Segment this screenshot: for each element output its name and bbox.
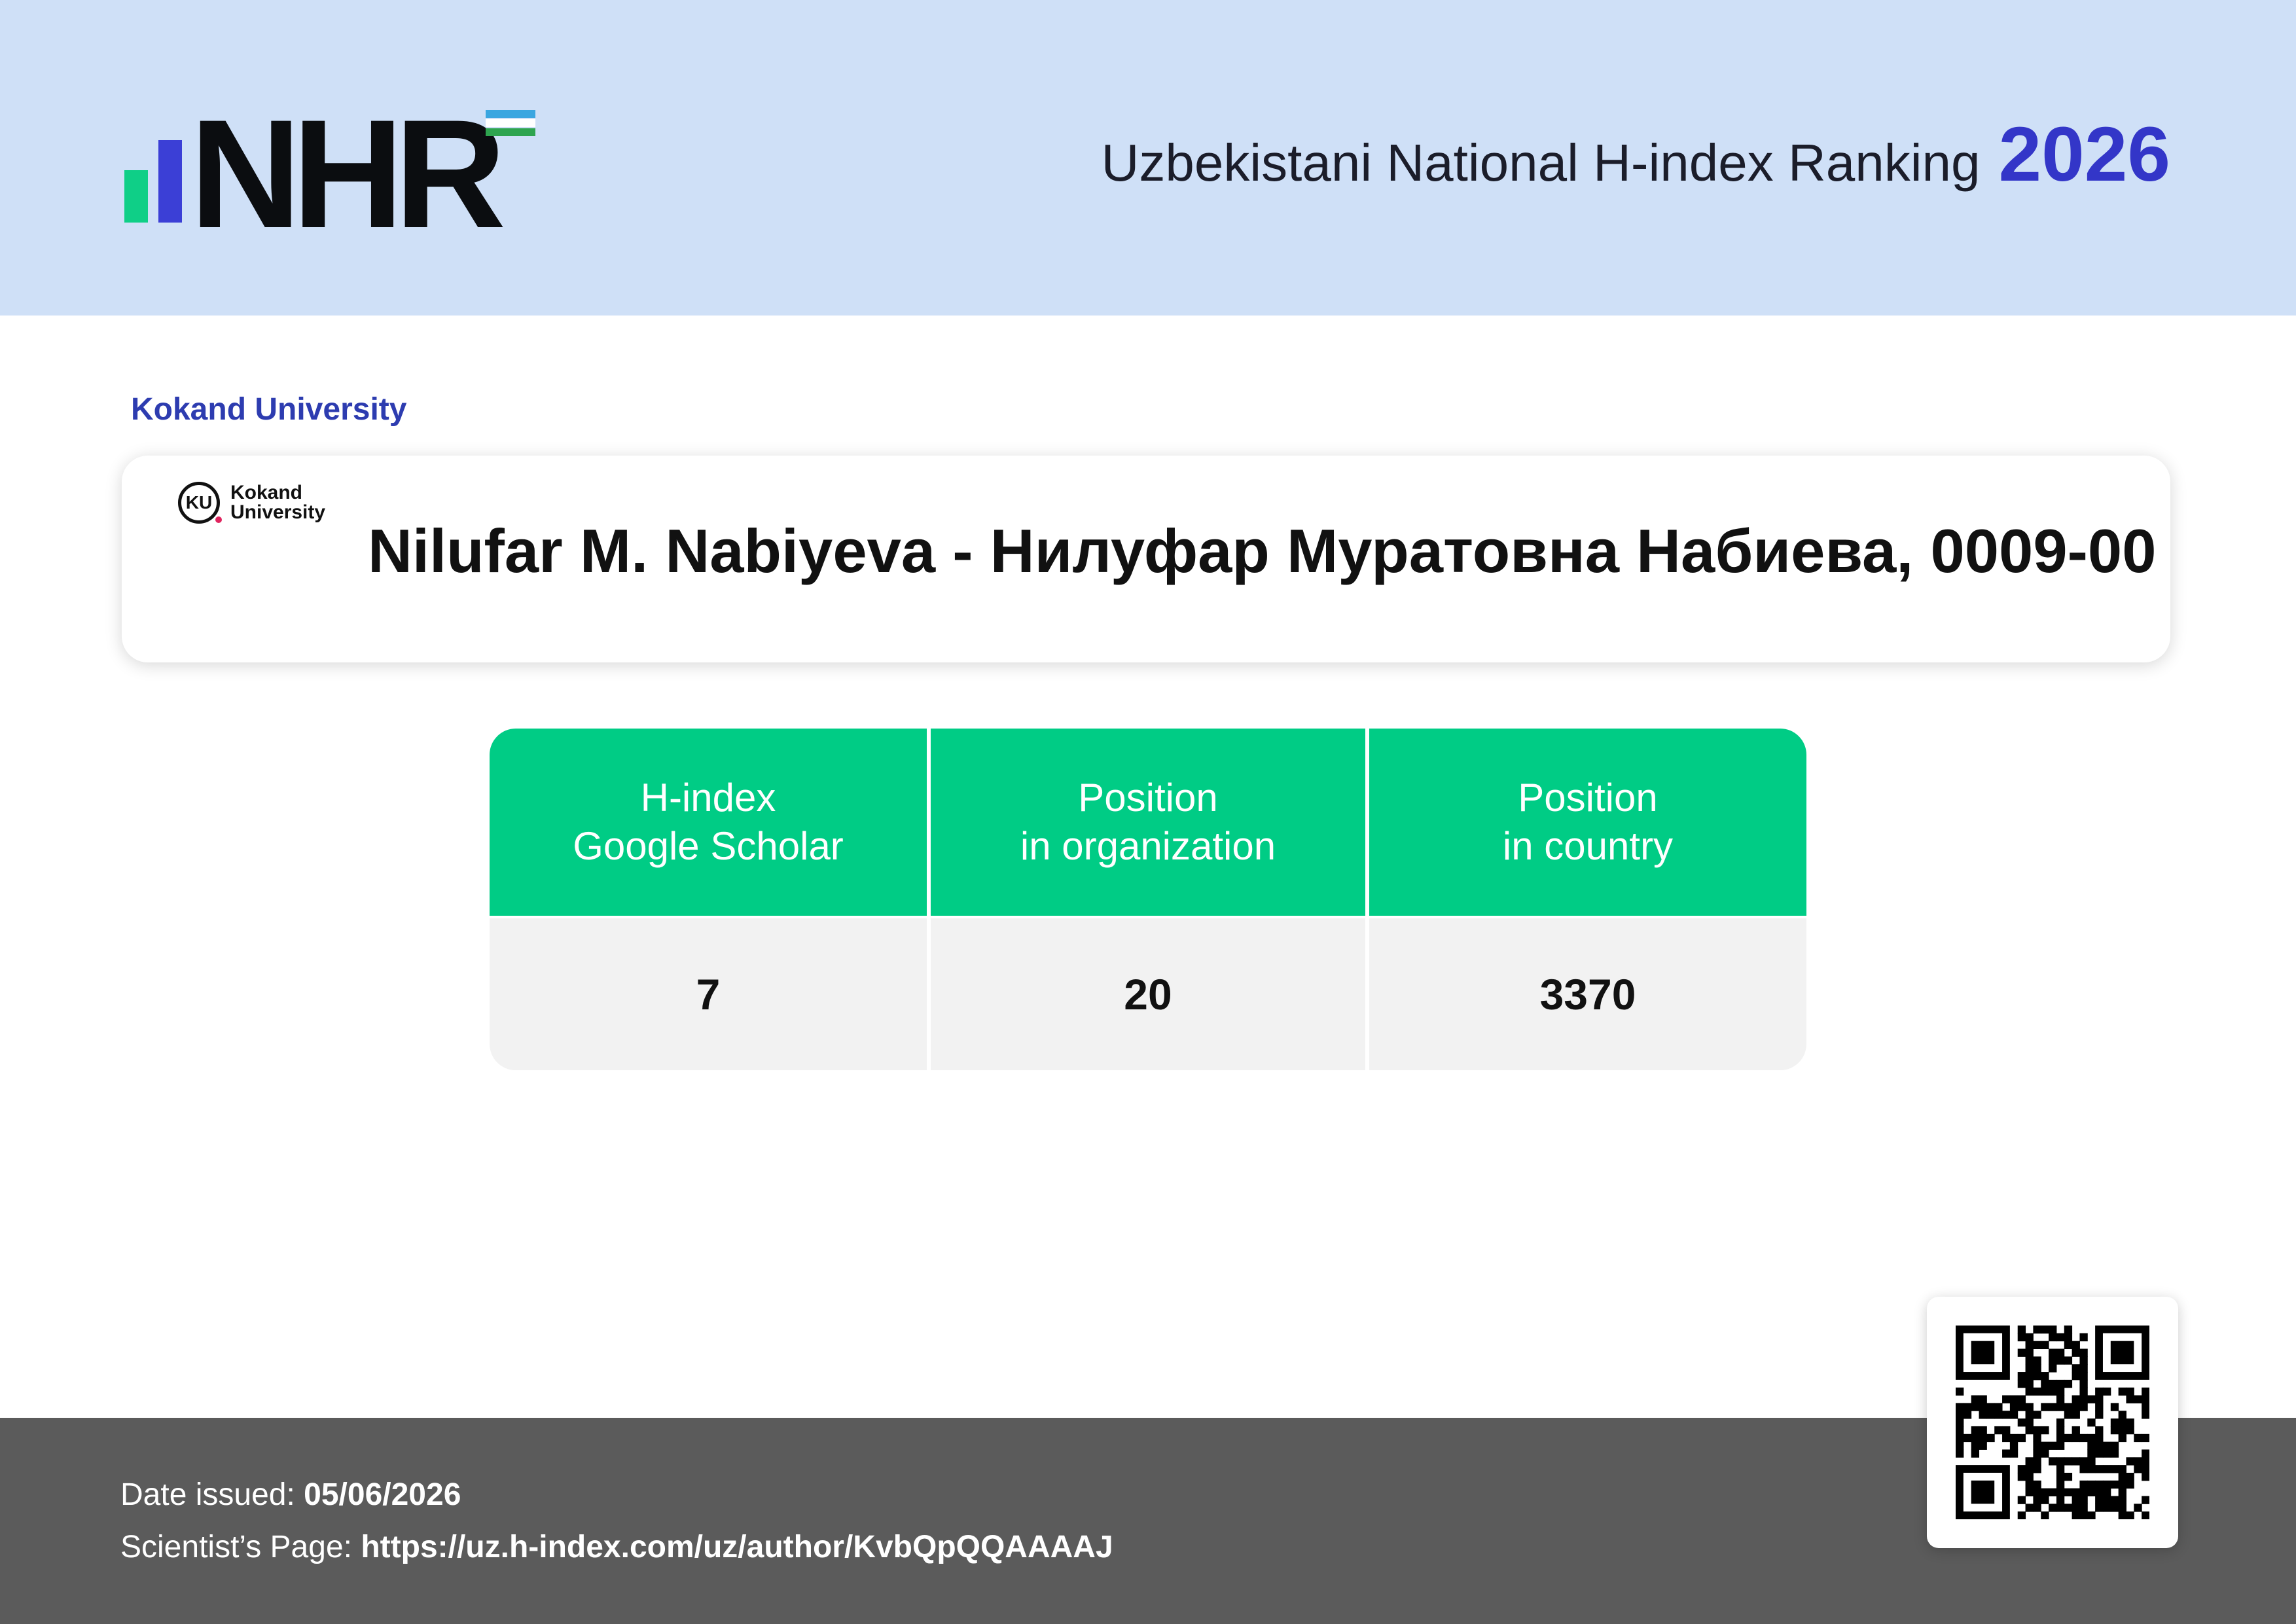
ku-logo-dot <box>215 516 222 523</box>
logo-bar-green <box>124 170 148 223</box>
uzbek-flag-icon <box>486 110 535 136</box>
scientist-page-link[interactable]: https://uz.h-index.com/uz/author/KvbQpQQ… <box>361 1530 1113 1564</box>
scientist-page: Scientist’s Page: https://uz.h-index.com… <box>120 1529 1113 1565</box>
ku-logo-initials: KU <box>185 492 213 513</box>
stats-header-line2: in organization <box>1020 824 1276 868</box>
header-banner: NHR Uzbekistani National H-index Ranking… <box>0 0 2296 316</box>
nhr-logo: NHR <box>124 97 543 251</box>
ranking-title: Uzbekistani National H-index Ranking <box>1101 134 1981 192</box>
university-logo: KU Kokand University <box>178 482 325 524</box>
hindex-value: 7 <box>490 918 927 1070</box>
date-issued-value: 05/06/2026 <box>304 1477 461 1512</box>
logo-bar-blue <box>158 140 182 223</box>
scientist-page-label: Scientist’s Page: <box>120 1530 352 1564</box>
qr-code-card[interactable] <box>1927 1297 2178 1548</box>
ku-logo-icon: KU <box>178 482 222 524</box>
stats-table: H-index Google Scholar Position in organ… <box>490 729 1806 1070</box>
stats-header-line1: Position <box>1078 776 1218 820</box>
stats-header-line1: Position <box>1518 776 1658 820</box>
ku-logo-line1: Kokand <box>230 482 303 503</box>
header-title: Uzbekistani National H-index Ranking 202… <box>1102 110 2170 199</box>
stats-header-country-position: Position in country <box>1369 729 1806 916</box>
organization-label[interactable]: Kokand University <box>131 391 406 427</box>
ranking-year: 2026 <box>1998 111 2170 198</box>
stats-header-org-position: Position in organization <box>931 729 1365 916</box>
org-position-value: 20 <box>931 918 1365 1070</box>
country-position-value: 3370 <box>1369 918 1806 1070</box>
date-issued-label: Date issued: <box>120 1477 295 1512</box>
ku-logo-text: Kokand University <box>230 483 325 522</box>
logo-wordmark: NHR <box>190 88 506 261</box>
stats-header-hindex: H-index Google Scholar <box>490 729 927 916</box>
scientist-name: Nilufar M. Nabiyeva - Нилуфар Муратовна … <box>368 516 2157 585</box>
stats-header-line2: in country <box>1502 824 1674 868</box>
stats-header-line2: Google Scholar <box>573 824 844 868</box>
scientist-name-card: KU Kokand University Nilufar M. Nabiyeva… <box>122 456 2170 662</box>
stats-header-line1: H-index <box>640 776 776 820</box>
ku-logo-line2: University <box>230 501 326 523</box>
qr-code-icon <box>1956 1326 2149 1519</box>
date-issued: Date issued: 05/06/2026 <box>120 1477 461 1513</box>
